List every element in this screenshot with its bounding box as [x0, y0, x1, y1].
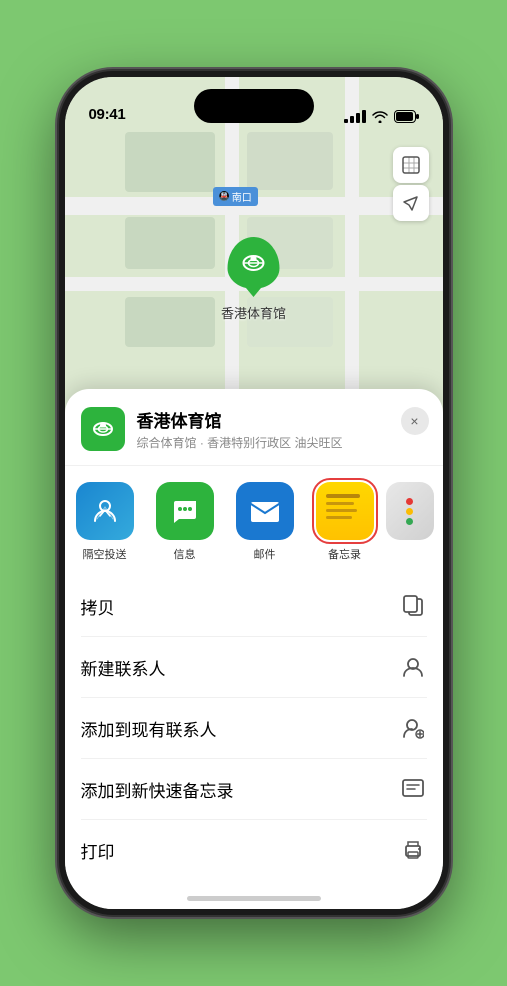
venue-name: 香港体育馆	[137, 407, 427, 432]
action-print[interactable]: 打印	[81, 820, 427, 880]
bottom-sheet: 香港体育馆 综合体育馆 · 香港特别行政区 油尖旺区 ×	[65, 389, 443, 909]
action-new-contact[interactable]: 新建联系人	[81, 637, 427, 698]
print-icon	[399, 836, 427, 864]
mail-icon-bg	[236, 482, 294, 540]
add-note-icon	[399, 775, 427, 803]
venue-logo-icon	[90, 416, 116, 442]
share-item-more[interactable]	[385, 482, 435, 562]
close-button[interactable]: ×	[401, 407, 429, 435]
battery-icon	[394, 110, 419, 123]
venue-header: 香港体育馆 综合体育馆 · 香港特别行政区 油尖旺区 ×	[65, 389, 443, 466]
dynamic-island	[194, 89, 314, 123]
location-button[interactable]	[393, 185, 429, 221]
share-item-messages[interactable]: 信息	[145, 482, 225, 562]
airdrop-icon	[90, 496, 120, 526]
action-add-note[interactable]: 添加到新快速备忘录	[81, 759, 427, 820]
action-add-contact[interactable]: 添加到现有联系人	[81, 698, 427, 759]
home-indicator	[187, 896, 321, 901]
stadium-marker: 香港体育馆	[221, 237, 286, 322]
venue-subtitle: 综合体育馆 · 香港特别行政区 油尖旺区	[137, 434, 427, 451]
stadium-svg-icon	[239, 249, 267, 277]
status-icons	[344, 110, 419, 123]
action-new-contact-label: 新建联系人	[81, 655, 166, 680]
new-contact-icon	[399, 653, 427, 681]
signal-icon	[344, 110, 366, 123]
map-label-tag: 🚇 南口	[213, 187, 258, 206]
action-list: 拷贝 新建联系人	[65, 576, 443, 880]
stadium-pin	[227, 237, 279, 289]
venue-logo	[81, 407, 125, 451]
stadium-label: 香港体育馆	[221, 303, 286, 322]
action-add-contact-label: 添加到现有联系人	[81, 716, 217, 741]
copy-icon	[399, 592, 427, 620]
action-copy[interactable]: 拷贝	[81, 576, 427, 637]
venue-info: 香港体育馆 综合体育馆 · 香港特别行政区 油尖旺区	[137, 407, 427, 451]
share-item-mail[interactable]: 邮件	[225, 482, 305, 562]
messages-icon	[170, 497, 200, 525]
mail-label: 邮件	[254, 546, 276, 562]
action-copy-label: 拷贝	[81, 594, 115, 619]
notes-label: 备忘录	[328, 546, 361, 562]
mail-icon	[249, 498, 281, 524]
notes-icon-bg	[316, 482, 374, 540]
messages-icon-bg	[156, 482, 214, 540]
status-time: 09:41	[89, 106, 126, 123]
share-item-airdrop[interactable]: 隔空投送	[65, 482, 145, 562]
phone-screen: 09:41	[65, 77, 443, 909]
add-contact-icon	[399, 714, 427, 742]
map-type-button[interactable]	[393, 147, 429, 183]
action-print-label: 打印	[81, 838, 115, 863]
phone-frame: 09:41	[59, 71, 449, 915]
map-icon	[401, 155, 421, 175]
messages-label: 信息	[174, 546, 196, 562]
more-dots-bg	[386, 482, 434, 540]
share-icons-row: 隔空投送 信息	[65, 466, 443, 576]
share-item-notes[interactable]: 备忘录	[305, 482, 385, 562]
airdrop-label: 隔空投送	[83, 546, 127, 562]
map-controls	[393, 147, 429, 221]
action-add-note-label: 添加到新快速备忘录	[81, 777, 234, 802]
airdrop-icon-bg	[76, 482, 134, 540]
wifi-icon	[372, 110, 388, 123]
location-arrow-icon	[402, 194, 420, 212]
